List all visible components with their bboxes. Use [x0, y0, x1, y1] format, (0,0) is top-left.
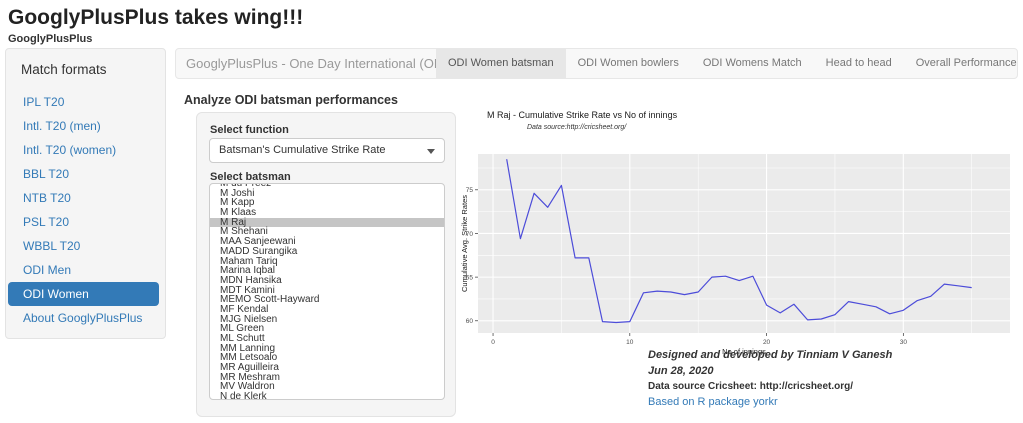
sidebar-item-psl-t20[interactable]: PSL T20 [8, 210, 159, 234]
app-page: GooglyPlusPlus takes wing!!! GooglyPlusP… [0, 0, 1023, 423]
tab-overall-performance[interactable]: Overall Performance [904, 49, 1023, 78]
x-tick-label: 0 [491, 339, 495, 346]
sidebar-list: IPL T20Intl. T20 (men)Intl. T20 (women)B… [6, 90, 165, 330]
sidebar-item-ipl-t20[interactable]: IPL T20 [8, 90, 159, 114]
page-title: GooglyPlusPlus takes wing!!! [8, 6, 303, 30]
chart-subtitle: Data source:http://cricsheet.org/ [527, 124, 626, 131]
sidebar-item-odi-women[interactable]: ODI Women [8, 282, 159, 306]
x-tick-label: 20 [763, 339, 771, 346]
y-tick-label: 75 [466, 187, 474, 194]
strike-rate-line-chart: 606570750102030No of inningsCumulative A… [460, 131, 1023, 356]
y-axis-title: Cumulative Avg. Strike Rates [460, 195, 469, 292]
function-dropdown[interactable]: Batsman's Cumulative Strike Rate [209, 138, 445, 163]
y-tick-label: 60 [466, 318, 474, 325]
sidebar-item-ntb-t20[interactable]: NTB T20 [8, 186, 159, 210]
credit-datasource: Data source Cricsheet: http://cricsheet.… [648, 381, 853, 392]
sidebar-item-about-googlyplusplus[interactable]: About GooglyPlusPlus [8, 306, 159, 330]
sidebar-header: Match formats [21, 62, 107, 77]
app-brand: GooglyPlusPlus [8, 33, 92, 45]
select-batsman-label: Select batsman [210, 171, 291, 183]
tab-head-to-head[interactable]: Head to head [814, 49, 904, 78]
batsman-listbox[interactable]: M du PreezM JoshiM KappM KlaasM RajM She… [209, 183, 445, 400]
tab-bar: ODI Women batsmanODI Women bowlersODI Wo… [436, 49, 1023, 78]
sidebar-match-formats: Match formats IPL T20Intl. T20 (men)Intl… [5, 48, 166, 339]
controls-panel: Select function Batsman's Cumulative Str… [196, 112, 456, 417]
sidebar-item-bbl-t20[interactable]: BBL T20 [8, 162, 159, 186]
sidebar-item-wbbl-t20[interactable]: WBBL T20 [8, 234, 159, 258]
tab-odi-women-bowlers[interactable]: ODI Women bowlers [566, 49, 691, 78]
tab-odi-womens-match[interactable]: ODI Womens Match [691, 49, 814, 78]
function-dropdown-value: Batsman's Cumulative Strike Rate [219, 139, 386, 162]
sidebar-item-intl-t20-women-[interactable]: Intl. T20 (women) [8, 138, 159, 162]
x-tick-label: 10 [626, 339, 634, 346]
credit-date: Jun 28, 2020 [648, 365, 713, 377]
sidebar-item-odi-men[interactable]: ODI Men [8, 258, 159, 282]
chevron-down-icon [427, 149, 435, 154]
x-tick-label: 30 [900, 339, 908, 346]
credit-author: Designed and developed by Tinniam V Gane… [648, 349, 892, 361]
chart-title: M Raj - Cumulative Strike Rate vs No of … [487, 110, 677, 120]
navbar: GooglyPlusPlus - One Day International (… [175, 48, 1018, 79]
sidebar-item-intl-t20-men-[interactable]: Intl. T20 (men) [8, 114, 159, 138]
section-heading: Analyze ODI batsman performances [184, 93, 398, 107]
select-function-label: Select function [210, 124, 289, 136]
tab-odi-women-batsman[interactable]: ODI Women batsman [436, 49, 566, 78]
batsman-option[interactable]: N de Klerk [210, 392, 444, 400]
batsman-list: M du PreezM JoshiM KappM KlaasM RajM She… [210, 183, 444, 400]
yorkr-package-link[interactable]: Based on R package yorkr [648, 396, 778, 408]
plot-panel [478, 154, 1010, 333]
